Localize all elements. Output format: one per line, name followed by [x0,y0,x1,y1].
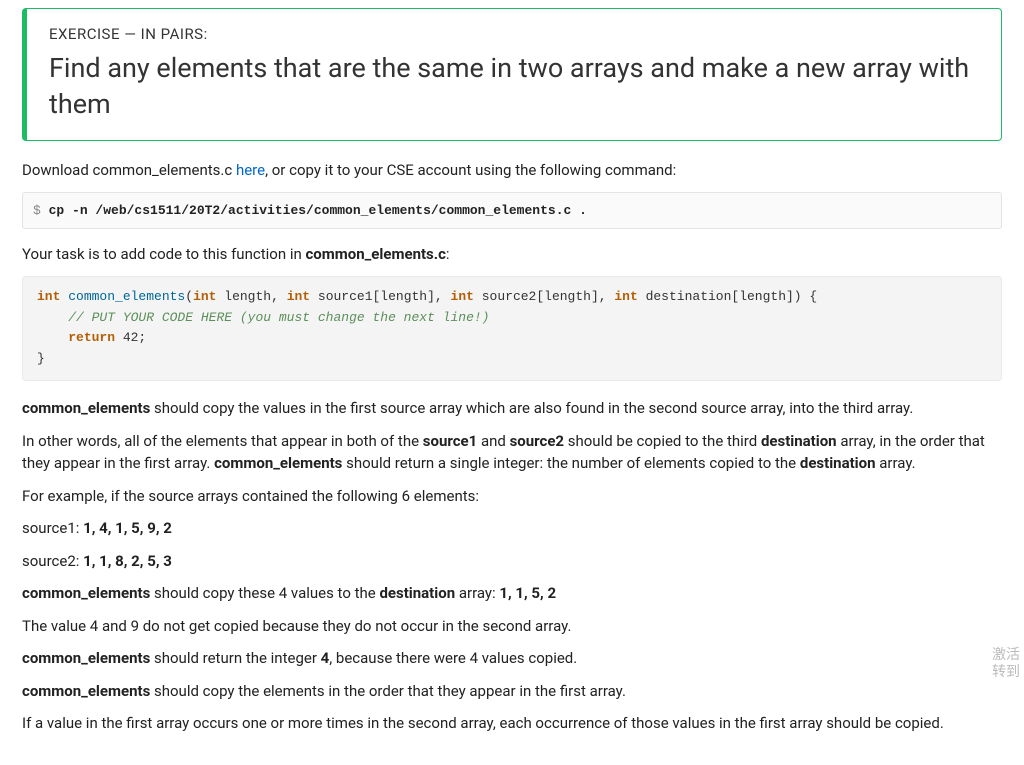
para-occurrence: If a value in the first array occurs one… [22,712,1002,735]
exercise-label: EXERCISE — IN PAIRS: [49,23,979,46]
tok-sig-b: length, [216,289,286,304]
shell-prompt: $ [33,203,49,218]
tok-fn-name: common_elements [68,289,185,304]
para-behavior: common_elements should copy the values i… [22,397,1002,420]
para-explain: In other words, all of the elements that… [22,430,1002,475]
para-return: common_elements should return the intege… [22,647,1002,670]
exercise-title: Find any elements that are the same in t… [49,50,979,123]
task-pre: Your task is to add code to this functio… [22,245,305,263]
tok-retval: 42; [115,330,146,345]
exercise-callout: EXERCISE — IN PAIRS: Find any elements t… [22,8,1002,141]
tok-sig-a: ( [185,289,193,304]
tok-sig-c: source1[length], [310,289,450,304]
download-post: , or copy it to your CSE account using t… [265,161,676,179]
task-filename: common_elements.c [305,245,445,263]
tok-close: } [37,351,45,366]
example-source1: source1: 1, 4, 1, 5, 9, 2 [22,517,1002,540]
command-block: $ cp -n /web/cs1511/20T2/activities/comm… [22,192,1002,230]
example-source2: source2: 1, 1, 8, 2, 5, 3 [22,550,1002,573]
tok-int-5: int [614,289,637,304]
download-link[interactable]: here [236,161,265,179]
para-order: common_elements should copy the elements… [22,680,1002,703]
para-result: common_elements should copy these 4 valu… [22,582,1002,605]
code-block: int common_elements(int length, int sour… [22,276,1002,381]
src2-label: source2: [22,552,83,570]
src2-values: 1, 1, 8, 2, 5, 3 [83,552,172,570]
para-excluded: The value 4 and 9 do not get copied beca… [22,615,1002,638]
tok-int-2: int [193,289,216,304]
download-line: Download common_elements.c here, or copy… [22,159,1002,182]
src1-values: 1, 4, 1, 5, 9, 2 [83,519,172,537]
tok-comment: // PUT YOUR CODE HERE (you must change t… [68,310,489,325]
src1-label: source1: [22,519,83,537]
task-line: Your task is to add code to this functio… [22,243,1002,266]
tok-int: int [37,289,60,304]
download-pre: Download common_elements.c [22,161,236,179]
tok-sig-e: destination[length]) { [638,289,817,304]
fn-name-ref-1: common_elements [22,399,150,417]
para-behavior-text: should copy the values in the first sour… [150,399,913,417]
tok-int-4: int [451,289,474,304]
tok-int-3: int [287,289,310,304]
tok-return: return [68,330,115,345]
task-post: : [446,245,450,263]
para-example-intro: For example, if the source arrays contai… [22,485,1002,508]
shell-command: cp -n /web/cs1511/20T2/activities/common… [49,203,587,218]
tok-sig-d: source2[length], [474,289,614,304]
